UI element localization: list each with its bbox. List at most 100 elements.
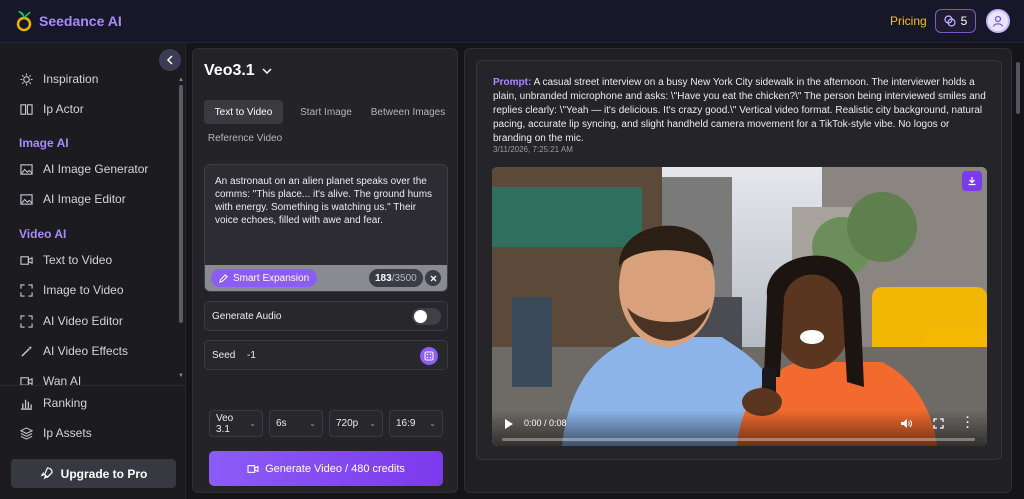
user-avatar[interactable]: [986, 9, 1010, 33]
video-icon: [247, 464, 259, 473]
char-counter: 183/3500: [369, 269, 423, 287]
sidebar-item-label: AI Video Effects: [43, 344, 128, 358]
sidebar-divider: [0, 385, 186, 386]
section-image-ai: Image AI: [19, 136, 69, 150]
dice-icon: [424, 351, 434, 361]
page-scrollbar[interactable]: [1016, 48, 1022, 493]
layers-icon: [20, 426, 33, 440]
chevron-down-icon: ⌄: [369, 419, 376, 428]
video-icon: [20, 376, 33, 385]
sidebar-scrollbar[interactable]: [179, 85, 183, 323]
sidebar-item-ai-video-editor[interactable]: AI Video Editor: [20, 310, 123, 332]
sidebar-item-label: Image to Video: [43, 283, 124, 297]
sidebar-item-text-to-video[interactable]: Text to Video: [20, 249, 112, 271]
expand-icon: [20, 283, 33, 297]
random-seed-button[interactable]: [420, 347, 438, 365]
sidebar-item-ai-image-generator[interactable]: AI Image Generator: [20, 158, 148, 180]
seed-input[interactable]: -1: [247, 350, 256, 361]
tab-reference-video[interactable]: Reference Video: [204, 126, 286, 150]
close-icon: [430, 275, 436, 281]
resolution-select-value: 720p: [336, 418, 359, 429]
volume-icon[interactable]: [900, 418, 912, 429]
sidebar: Inspiration Ip Actor Image AI AI Image G…: [0, 43, 186, 499]
sidebar-item-label: Inspiration: [43, 72, 99, 86]
pricing-link[interactable]: Pricing: [890, 14, 927, 28]
smart-expansion-label: Smart Expansion: [233, 272, 310, 284]
download-icon: [968, 177, 976, 186]
page-scrollbar-thumb[interactable]: [1016, 62, 1020, 114]
book-icon: [20, 103, 33, 115]
credits-badge[interactable]: 5: [935, 9, 976, 33]
upgrade-to-pro-button[interactable]: Upgrade to Pro: [11, 459, 176, 488]
wand-icon: [21, 345, 33, 357]
video-player[interactable]: 0:00 / 0:08 · · ·: [492, 167, 987, 446]
tab-between-images[interactable]: Between Images: [367, 100, 449, 124]
bar-chart-icon: [20, 399, 33, 410]
tab-text-to-video[interactable]: Text to Video: [204, 100, 283, 124]
play-icon[interactable]: [505, 419, 513, 429]
model-select-value: Veo 3.1: [216, 412, 234, 435]
sidebar-item-image-to-video[interactable]: Image to Video: [20, 279, 124, 301]
video-controls: 0:00 / 0:08 · · ·: [492, 410, 987, 446]
prompt-textarea[interactable]: An astronaut on an alien planet speaks o…: [204, 164, 448, 292]
generate-audio-row: Generate Audio: [204, 301, 448, 331]
prompt-text[interactable]: An astronaut on an alien planet speaks o…: [215, 175, 439, 227]
sun-icon: [20, 72, 33, 86]
sidebar-item-label: Ip Assets: [43, 426, 92, 440]
result-prompt: Prompt: A casual street interview on a b…: [493, 76, 991, 146]
scroll-up-arrow[interactable]: ▲: [178, 77, 184, 83]
rocket-icon: [40, 467, 53, 480]
tab-start-image[interactable]: Start Image: [293, 100, 359, 124]
result-prompt-text: A casual street interview on a busy New …: [493, 77, 986, 144]
sidebar-item-label: Ip Actor: [43, 102, 84, 116]
prompt-label: Prompt:: [493, 77, 532, 88]
aspect-select-value: 16:9: [396, 418, 416, 429]
generator-panel: Veo3.1 Text to Video Start Image Between…: [192, 48, 458, 493]
sidebar-item-label: AI Video Editor: [43, 314, 123, 328]
chevron-down-icon: ⌄: [249, 419, 256, 428]
result-card: Prompt: A casual street interview on a b…: [476, 60, 1002, 460]
generate-video-label: Generate Video / 480 credits: [265, 462, 405, 475]
video-frame: [492, 167, 987, 446]
credits-count: 5: [960, 14, 968, 28]
fullscreen-icon[interactable]: [933, 418, 944, 429]
sidebar-item-label: Wan AI: [43, 374, 82, 385]
result-panel: Prompt: A casual street interview on a b…: [464, 48, 1012, 493]
sidebar-item-label: AI Image Editor: [43, 192, 126, 206]
upgrade-label: Upgrade to Pro: [60, 466, 148, 481]
sidebar-nav[interactable]: Inspiration Ip Actor Image AI AI Image G…: [0, 65, 186, 385]
chevron-down-icon: ⌄: [429, 419, 436, 428]
aspect-ratio-select[interactable]: 16:9 ⌄: [389, 410, 443, 437]
more-options-icon[interactable]: · · ·: [966, 413, 970, 434]
sidebar-item-ip-assets[interactable]: Ip Assets: [20, 422, 92, 444]
logo-icon[interactable]: [14, 9, 34, 33]
result-timestamp: 3/11/2026, 7:25:21 AM: [493, 145, 573, 154]
seed-row: Seed -1: [204, 340, 448, 370]
video-time: 0:00 / 0:08: [524, 418, 567, 428]
clear-prompt-button[interactable]: [425, 270, 441, 286]
sidebar-item-label: AI Image Generator: [43, 162, 149, 176]
model-selector[interactable]: Veo3.1: [204, 62, 272, 80]
download-button[interactable]: [962, 171, 982, 191]
duration-select[interactable]: 6s ⌄: [269, 410, 323, 437]
smart-expansion-button[interactable]: Smart Expansion: [211, 269, 318, 287]
sidebar-item-ranking[interactable]: Ranking: [20, 392, 87, 414]
pencil-icon: [219, 273, 228, 283]
sidebar-item-ai-video-effects[interactable]: AI Video Effects: [20, 340, 128, 362]
sidebar-item-wan-ai[interactable]: Wan AI: [20, 370, 81, 385]
sidebar-item-ip-actor[interactable]: Ip Actor: [20, 98, 84, 120]
chevron-down-icon: ⌄: [309, 419, 316, 428]
sidebar-item-label: Text to Video: [43, 253, 113, 267]
sidebar-item-inspiration[interactable]: Inspiration: [20, 68, 98, 90]
section-video-ai: Video AI: [19, 227, 67, 241]
generate-video-button[interactable]: Generate Video / 480 credits: [209, 451, 443, 486]
model-select[interactable]: Veo 3.1 ⌄: [209, 410, 263, 437]
top-bar: Seedance AI Pricing 5: [0, 0, 1024, 43]
video-progress-bar[interactable]: [502, 438, 975, 441]
resolution-select[interactable]: 720p ⌄: [329, 410, 383, 437]
generate-audio-toggle[interactable]: [412, 308, 441, 325]
scroll-down-arrow[interactable]: ▼: [178, 373, 184, 379]
brand-name[interactable]: Seedance AI: [39, 13, 122, 29]
sidebar-item-ai-image-editor[interactable]: AI Image Editor: [20, 188, 126, 210]
seed-label: Seed: [212, 350, 236, 361]
